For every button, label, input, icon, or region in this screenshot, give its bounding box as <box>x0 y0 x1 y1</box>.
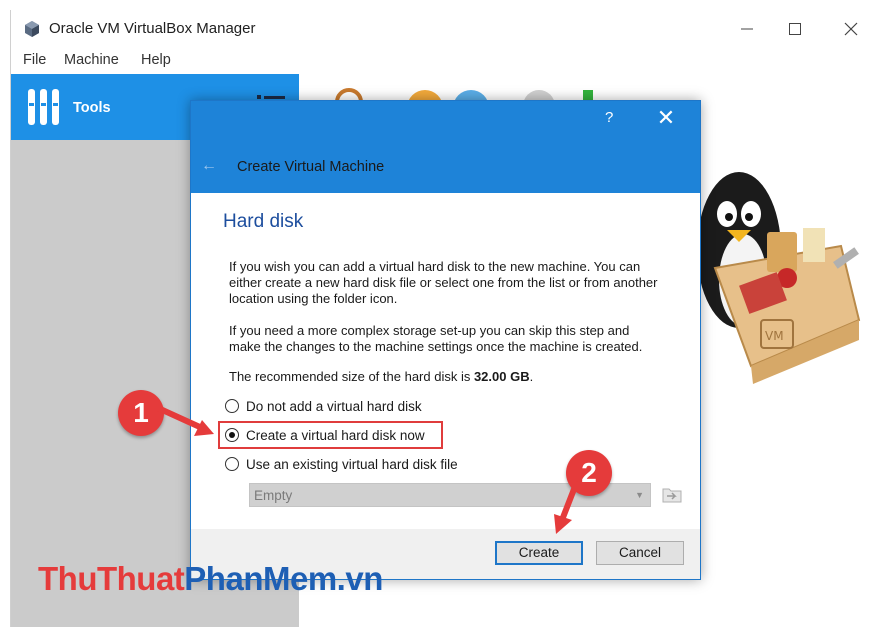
recommended-size-value: 32.00 GB <box>473 369 530 384</box>
watermark-part3: .vn <box>336 560 384 597</box>
back-arrow-icon[interactable]: ← <box>201 157 217 175</box>
intro-paragraph: If you wish you can add a virtual hard d… <box>229 259 658 306</box>
minimize-button[interactable] <box>727 16 767 42</box>
highlight-box <box>218 421 443 449</box>
tux-toolbox-illustration: VM <box>697 172 861 384</box>
menu-bar: File Machine Help <box>11 48 870 74</box>
step-1-arrow-icon <box>155 405 214 436</box>
menu-file[interactable]: File <box>23 52 46 68</box>
maximize-button[interactable] <box>775 16 815 42</box>
option-no-disk[interactable]: Do not add a virtual hard disk <box>225 396 422 416</box>
menu-help[interactable]: Help <box>141 52 171 68</box>
window-title: Oracle VM VirtualBox Manager <box>49 20 256 37</box>
tools-label: Tools <box>73 100 111 116</box>
recommended-suffix: . <box>529 369 534 384</box>
dialog-body: Hard disk If you wish you can add a virt… <box>191 193 700 529</box>
cancel-button[interactable]: Cancel <box>596 541 684 565</box>
window-titlebar: Oracle VM VirtualBox Manager <box>11 10 870 48</box>
option-existing-disk-label: Use an existing virtual hard disk file <box>246 456 458 472</box>
help-button[interactable]: ? <box>605 109 625 129</box>
create-vm-dialog: ? ✕ ← Create Virtual Machine Hard disk I… <box>190 100 701 580</box>
watermark: ThuThuatPhanMem.vn <box>38 560 383 598</box>
tools-icon <box>28 89 59 125</box>
advanced-paragraph: If you need a more complex storage set-u… <box>229 323 643 354</box>
dialog-close-button[interactable]: ✕ <box>651 105 681 131</box>
section-title: Hard disk <box>223 211 304 232</box>
radio-existing-disk[interactable] <box>225 457 239 471</box>
dialog-title: Create Virtual Machine <box>237 159 385 175</box>
create-button[interactable]: Create <box>495 541 583 565</box>
close-icon <box>844 22 858 36</box>
disk-file-select-value: Empty <box>254 488 293 503</box>
folder-icon[interactable] <box>661 484 683 504</box>
watermark-part2: PhanMem <box>184 560 337 597</box>
dialog-header: ? ✕ ← Create Virtual Machine <box>191 101 700 193</box>
window-close-button[interactable] <box>831 16 870 42</box>
recommended-prefix: The recommended size of the hard disk is <box>229 369 474 384</box>
radio-no-disk[interactable] <box>225 399 239 413</box>
recommended-size-text: The recommended size of the hard disk is… <box>229 369 659 385</box>
watermark-part1: ThuThuat <box>38 560 185 597</box>
svg-text:VM: VM <box>765 329 784 343</box>
minimize-icon <box>741 28 753 30</box>
maximize-icon <box>789 23 801 35</box>
option-existing-disk[interactable]: Use an existing virtual hard disk file <box>225 454 458 474</box>
virtualbox-app-icon <box>25 21 39 37</box>
option-no-disk-label: Do not add a virtual hard disk <box>246 398 422 414</box>
menu-machine[interactable]: Machine <box>64 52 119 68</box>
chevron-down-icon: ▼ <box>635 490 644 500</box>
step-2-arrow-icon <box>554 481 579 534</box>
